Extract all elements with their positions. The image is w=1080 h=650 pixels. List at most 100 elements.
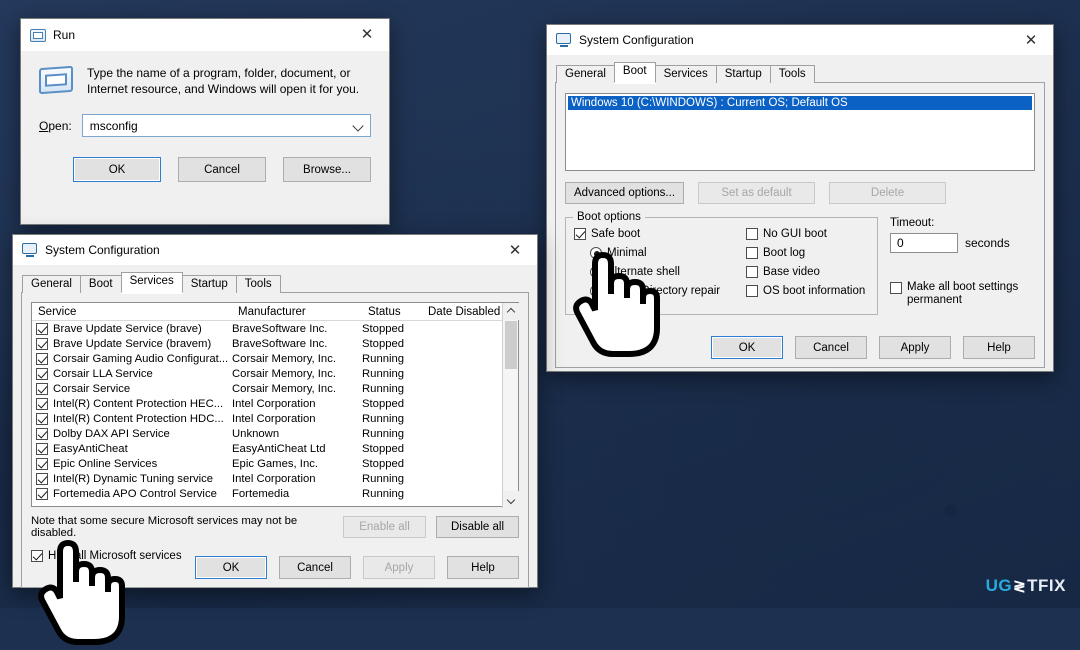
service-name-cell[interactable]: Brave Update Service (bravem) — [32, 337, 232, 350]
checkbox-icon[interactable] — [36, 472, 48, 485]
checkbox-icon[interactable] — [746, 228, 758, 240]
service-name-cell[interactable]: Intel(R) Dynamic Tuning service — [32, 472, 232, 485]
run-browse-button[interactable]: Browse... — [283, 157, 371, 182]
services-cancel-button[interactable]: Cancel — [279, 556, 351, 579]
system-configuration-services-window[interactable]: System Configuration ✕ General Boot Serv… — [12, 234, 538, 588]
scroll-up-icon[interactable] — [502, 303, 519, 320]
checkbox-icon[interactable] — [36, 352, 48, 365]
set-as-default-button[interactable]: Set as default — [698, 182, 816, 204]
tab-boot[interactable]: Boot — [79, 275, 122, 293]
table-row[interactable]: EasyAntiCheat EasyAntiCheat Ltd Stopped — [32, 441, 518, 456]
run-titlebar[interactable]: Run ✕ — [21, 19, 389, 51]
service-name-cell[interactable]: Corsair Gaming Audio Configurat... — [32, 352, 232, 365]
services-titlebar[interactable]: System Configuration ✕ — [13, 235, 537, 265]
run-open-combobox[interactable]: msconfig — [81, 114, 371, 137]
checkbox-icon[interactable] — [36, 367, 48, 380]
tab-services[interactable]: Services — [654, 65, 717, 83]
tab-startup[interactable]: Startup — [181, 275, 237, 293]
table-row[interactable]: Corsair Service Corsair Memory, Inc. Runni… — [32, 381, 518, 396]
table-row[interactable]: Intel(R) Content Protection HEC... Intel … — [32, 396, 518, 411]
service-name-cell[interactable]: Corsair LLA Service — [32, 367, 232, 380]
checkbox-icon[interactable] — [574, 228, 586, 240]
checkbox-icon[interactable] — [31, 550, 43, 562]
checkbox-icon[interactable] — [36, 337, 48, 350]
table-row[interactable]: Corsair LLA Service Corsair Memory, Inc. R… — [32, 366, 518, 381]
checkbox-icon[interactable] — [36, 412, 48, 425]
checkbox-icon[interactable] — [890, 282, 902, 294]
safe-boot-ad-repair-radio-row[interactable]: Active Directory repair — [590, 285, 746, 297]
service-name-cell[interactable]: Corsair Service — [32, 382, 232, 395]
service-name-cell[interactable]: Epic Online Services — [32, 457, 232, 470]
checkbox-icon[interactable] — [36, 427, 48, 440]
services-apply-button[interactable]: Apply — [363, 556, 435, 579]
service-name-cell[interactable]: Dolby DAX API Service — [32, 427, 232, 440]
base-video-row[interactable]: Base video — [746, 266, 865, 278]
boot-help-button[interactable]: Help — [963, 336, 1035, 359]
close-icon[interactable]: ✕ — [493, 235, 537, 265]
column-header-manufacturer[interactable]: Manufacturer — [232, 306, 362, 318]
boot-apply-button[interactable]: Apply — [879, 336, 951, 359]
boot-os-entry[interactable]: Windows 10 (C:\WINDOWS) : Current OS; De… — [568, 96, 1032, 110]
service-name-cell[interactable]: Fortemedia APO Control Service — [32, 487, 232, 500]
tab-general[interactable]: General — [556, 65, 615, 83]
services-ok-button[interactable]: OK — [195, 556, 267, 579]
run-cancel-button[interactable]: Cancel — [178, 157, 266, 182]
checkbox-icon[interactable] — [746, 285, 758, 297]
tab-tools[interactable]: Tools — [769, 65, 815, 83]
checkbox-icon[interactable] — [36, 442, 48, 455]
service-name-cell[interactable]: Intel(R) Content Protection HEC... — [32, 397, 232, 410]
services-listbox[interactable]: Service Manufacturer Status Date Disable… — [31, 302, 519, 507]
table-row[interactable]: Corsair Gaming Audio Configurat... Corsai… — [32, 351, 518, 366]
scroll-down-icon[interactable] — [502, 491, 519, 508]
table-row[interactable]: Fortemedia APO Control Service Fortemedia… — [32, 486, 518, 501]
checkbox-icon[interactable] — [36, 382, 48, 395]
checkbox-icon[interactable] — [746, 266, 758, 278]
scrollbar-thumb[interactable] — [504, 321, 517, 369]
timeout-input[interactable]: 0 — [890, 233, 958, 253]
table-row[interactable]: Epic Online Services Epic Games, Inc. Stop… — [32, 456, 518, 471]
close-icon[interactable]: ✕ — [345, 19, 389, 49]
services-help-button[interactable]: Help — [447, 556, 519, 579]
safe-boot-checkbox-row[interactable]: Safe boot — [574, 228, 746, 240]
advanced-options-button[interactable]: Advanced options... — [565, 182, 685, 204]
boot-cancel-button[interactable]: Cancel — [795, 336, 867, 359]
chevron-down-icon[interactable] — [352, 120, 364, 132]
os-boot-information-row[interactable]: OS boot information — [746, 285, 865, 297]
tab-services[interactable]: Services — [120, 272, 183, 293]
no-gui-boot-row[interactable]: No GUI boot — [746, 228, 865, 240]
safe-boot-alternate-shell-radio-row[interactable]: Alternate shell — [590, 266, 746, 278]
run-dialog-window[interactable]: Run ✕ Type the name of a program, folder… — [20, 18, 390, 225]
boot-ok-button[interactable]: OK — [711, 336, 783, 359]
safe-boot-minimal-radio-row[interactable]: Minimal — [590, 247, 746, 259]
table-row[interactable]: Brave Update Service (brave) BraveSoftwar… — [32, 321, 518, 336]
checkbox-icon[interactable] — [36, 322, 48, 335]
column-header-status[interactable]: Status — [362, 306, 422, 318]
enable-all-button[interactable]: Enable all — [343, 516, 426, 538]
system-configuration-boot-window[interactable]: System Configuration ✕ General Boot Serv… — [546, 24, 1054, 372]
disable-all-button[interactable]: Disable all — [436, 516, 519, 538]
boot-os-listbox[interactable]: Windows 10 (C:\WINDOWS) : Current OS; De… — [565, 93, 1035, 171]
close-icon[interactable]: ✕ — [1009, 25, 1053, 55]
checkbox-icon[interactable] — [36, 487, 48, 500]
tab-general[interactable]: General — [22, 275, 81, 293]
radio-icon[interactable] — [590, 247, 602, 259]
service-name-cell[interactable]: Intel(R) Content Protection HDC... — [32, 412, 232, 425]
tab-tools[interactable]: Tools — [235, 275, 281, 293]
table-row[interactable]: Brave Update Service (bravem) BraveSoftwa… — [32, 336, 518, 351]
run-ok-button[interactable]: OK — [73, 157, 161, 182]
radio-icon[interactable] — [590, 266, 602, 278]
service-name-cell[interactable]: EasyAntiCheat — [32, 442, 232, 455]
services-scrollbar[interactable] — [502, 303, 519, 508]
table-row[interactable]: Intel(R) Content Protection HDC... Intel … — [32, 411, 518, 426]
service-name-cell[interactable]: Brave Update Service (brave) — [32, 322, 232, 335]
checkbox-icon[interactable] — [36, 457, 48, 470]
boot-log-row[interactable]: Boot log — [746, 247, 865, 259]
tab-boot[interactable]: Boot — [613, 62, 656, 83]
checkbox-icon[interactable] — [746, 247, 758, 259]
column-header-service[interactable]: Service — [32, 306, 232, 318]
table-row[interactable]: Intel(R) Dynamic Tuning service Intel Cor… — [32, 471, 518, 486]
boot-titlebar[interactable]: System Configuration ✕ — [547, 25, 1053, 55]
table-row[interactable]: Dolby DAX API Service Unknown Running — [32, 426, 518, 441]
radio-icon[interactable] — [590, 285, 602, 297]
make-permanent-row[interactable]: Make all boot settings permanent — [890, 281, 1035, 307]
